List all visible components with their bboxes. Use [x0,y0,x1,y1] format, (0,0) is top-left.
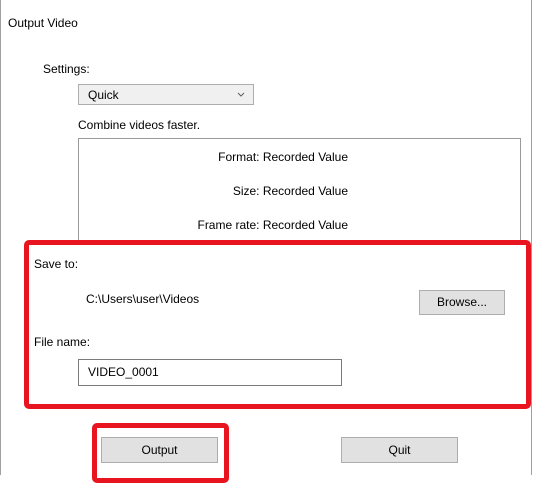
settings-label: Settings: [43,62,90,76]
frame-rate-value: Frame rate: Recorded Value [197,218,348,232]
dialog-title: Output Video [8,16,78,30]
window-left-edge [0,0,1,475]
output-button[interactable]: Output [101,437,218,463]
file-name-label: File name: [34,335,91,349]
save-to-label: Save to: [34,257,79,271]
format-value: Format: Recorded Value [218,150,348,164]
quit-button[interactable]: Quit [341,437,458,463]
settings-description: Combine videos faster. [78,118,201,132]
video-info-panel: Format: Recorded Value Size: Recorded Va… [78,138,521,248]
settings-dropdown[interactable]: Quick [78,84,254,105]
browse-button[interactable]: Browse... [419,290,505,315]
file-name-value: VIDEO_0001 [88,365,159,379]
size-value: Size: Recorded Value [232,184,348,198]
file-name-input[interactable]: VIDEO_0001 [78,359,342,386]
chevron-down-icon [237,92,245,97]
save-path: C:\Users\user\Videos [86,292,200,306]
window-right-edge [531,0,532,475]
settings-dropdown-value: Quick [88,88,119,102]
